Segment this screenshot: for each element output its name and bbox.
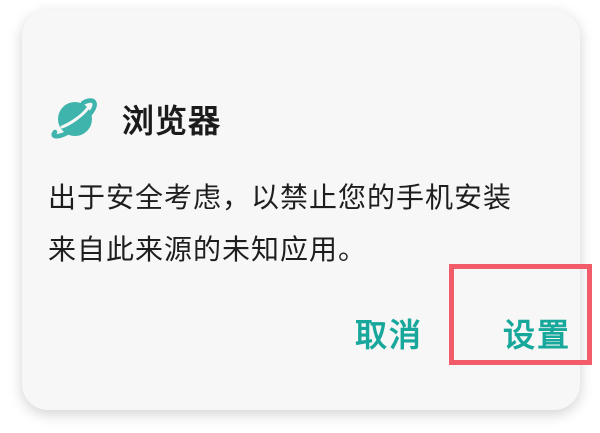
planet-icon [50,94,100,144]
app-name: 浏览器 [122,102,222,140]
settings-button[interactable]: 设置 [492,300,582,370]
screen: 浏览器 出于安全考虑，以禁止您的手机安装 来自此来源的未知应用。 取消 设置 [0,0,600,433]
cancel-button[interactable]: 取消 [344,300,434,370]
dialog-header: 浏览器 [50,94,221,144]
dialog-message: 出于安全考虑，以禁止您的手机安装 来自此来源的未知应用。 [48,172,563,276]
message-line-1: 出于安全考虑，以禁止您的手机安装 [48,181,513,214]
message-line-2: 来自此来源的未知应用。 [48,233,368,266]
unknown-app-install-dialog: 浏览器 出于安全考虑，以禁止您的手机安装 来自此来源的未知应用。 取消 设置 [22,10,580,410]
